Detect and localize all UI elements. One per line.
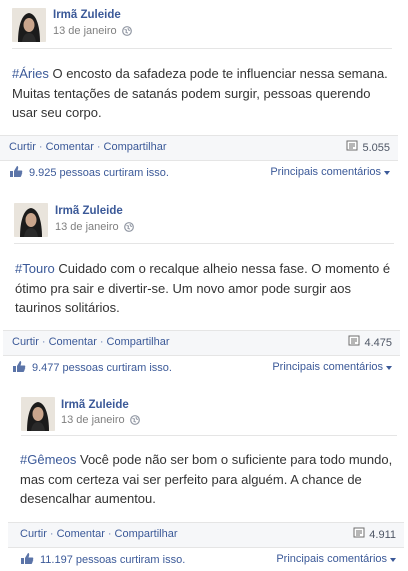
like-button[interactable]: Curtir [20,528,47,540]
likes-text: pessoas curtiram isso. [75,554,186,566]
separator: · [96,141,101,153]
shares-count[interactable]: 4.475 [348,335,392,350]
separator: · [38,141,43,153]
share-count-icon [348,335,360,350]
share-count-icon [353,527,365,542]
likes-count[interactable]: 11.197 [40,554,73,566]
globe-icon [121,26,132,36]
shares-number: 4.475 [364,336,392,349]
post-aries: Irmã Zuleide 13 de janeiro #Áries O enco… [0,0,408,195]
post-text-line3: taurinos solitários. [15,300,120,315]
author-avatar[interactable] [21,397,55,431]
post-actions: Curtir · Comentar · Compartilhar [20,528,178,540]
post-text-line1: Cuidado com o recalque alheio nessa fase… [54,261,391,276]
shares-number: 5.055 [362,141,390,154]
caret-down-icon [384,171,390,175]
like-button[interactable]: Curtir [9,141,36,153]
hashtag-link[interactable]: #Gêmeos [20,452,76,467]
avatar-photo [21,397,55,431]
thumbs-up-icon [12,360,26,376]
post-body: #Áries O encosto da safadeza pode te inf… [12,64,398,123]
author-name[interactable]: Irmã Zuleide [55,205,123,217]
post-text-line1: Você pode não ser bom o suficiente para … [76,452,393,467]
thumbs-up-icon [20,552,34,568]
post-body: #Touro Cuidado com o recalque alheio nes… [15,259,401,318]
post-date[interactable]: 13 de janeiro [53,25,117,37]
post-text-line1: O encosto da safadeza pode te influencia… [48,66,388,81]
separator: · [49,528,54,540]
shares-count[interactable]: 5.055 [346,140,390,155]
likes-summary[interactable]: 9.925 pessoas curtiram isso. [9,165,169,181]
post-text-line3: desencalhar aumentou. [20,491,156,506]
like-button[interactable]: Curtir [12,336,39,348]
share-button[interactable]: Compartilhar [115,528,178,540]
globe-icon [129,415,140,425]
post-actions: Curtir · Comentar · Compartilhar [12,336,170,348]
post-text-line3: usar seu corpo. [12,105,102,120]
likes-count[interactable]: 9.925 [29,167,57,179]
separator: · [107,528,112,540]
header-divider [21,435,397,436]
hashtag-link[interactable]: #Touro [15,261,55,276]
caret-down-icon [386,366,392,370]
post-date[interactable]: 13 de janeiro [61,414,125,426]
header-divider [12,48,392,49]
share-count-icon [346,140,358,155]
shares-number: 4.911 [369,528,396,541]
separator: · [99,336,104,348]
share-button[interactable]: Compartilhar [104,141,167,153]
author-avatar[interactable] [12,8,46,42]
post-gemeos: Irmã Zuleide 13 de janeiro #Gêmeos Você … [8,390,408,571]
top-comments-dropdown[interactable]: Principais comentários [276,553,396,565]
post-actions: Curtir · Comentar · Compartilhar [9,141,167,153]
thumbs-up-icon [9,165,23,181]
likes-text: pessoas curtiram isso. [62,362,172,374]
likes-bar: 11.197 pessoas curtiram isso. Principais… [8,547,404,571]
likes-summary[interactable]: 11.197 pessoas curtiram isso. [20,552,185,568]
comment-button[interactable]: Comentar [49,336,97,348]
top-comments-dropdown[interactable]: Principais comentários [272,361,392,373]
avatar-photo [12,8,46,42]
separator: · [41,336,46,348]
comment-button[interactable]: Comentar [57,528,105,540]
top-comments-dropdown[interactable]: Principais comentários [270,166,390,178]
post-touro: Irmã Zuleide 13 de janeiro #Touro Cuidad… [3,196,408,390]
post-meta: 13 de janeiro [55,221,134,233]
comment-button[interactable]: Comentar [46,141,94,153]
post-meta: 13 de janeiro [61,414,140,426]
caret-down-icon [390,558,396,562]
post-meta: 13 de janeiro [53,25,132,37]
post-date[interactable]: 13 de janeiro [55,221,119,233]
author-name[interactable]: Irmã Zuleide [61,399,129,411]
post-body: #Gêmeos Você pode não ser bom o suficien… [20,450,406,509]
share-button[interactable]: Compartilhar [107,336,170,348]
author-avatar[interactable] [14,203,48,237]
actions-bar: Curtir · Comentar · Compartilhar 4.475 [3,330,400,356]
actions-bar: Curtir · Comentar · Compartilhar 5.055 [0,135,398,161]
post-text-line2: ótimo pra sair e divertir-se. Um novo am… [15,280,351,296]
globe-icon [123,222,134,232]
actions-bar: Curtir · Comentar · Compartilhar 4.911 [8,522,404,548]
hashtag-link[interactable]: #Áries [12,66,49,81]
author-name[interactable]: Irmã Zuleide [53,9,121,21]
post-text-line2: mas com certeza vai ser perfeito para al… [20,471,362,487]
top-comments-label: Principais comentários [276,553,387,565]
header-divider [14,243,394,244]
shares-count[interactable]: 4.911 [353,527,396,542]
post-text-line2: Muitas tentações de satanás podem surgir… [12,85,371,101]
top-comments-label: Principais comentários [270,166,381,178]
top-comments-label: Principais comentários [272,361,383,373]
likes-summary[interactable]: 9.477 pessoas curtiram isso. [12,360,172,376]
likes-bar: 9.477 pessoas curtiram isso. Principais … [3,355,400,379]
likes-text: pessoas curtiram isso. [59,167,169,179]
likes-bar: 9.925 pessoas curtiram isso. Principais … [0,160,398,184]
avatar-photo [14,203,48,237]
likes-count[interactable]: 9.477 [32,362,60,374]
